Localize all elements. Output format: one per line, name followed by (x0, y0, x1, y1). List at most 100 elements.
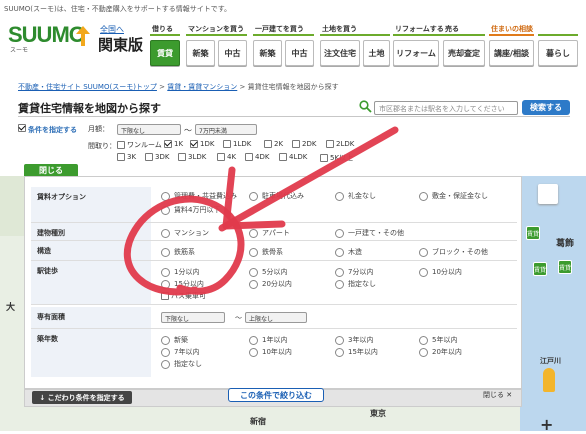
radio[interactable] (335, 228, 344, 238)
option[interactable]: 10年以内 (249, 347, 292, 357)
layout-option[interactable]: 4LDK (279, 153, 307, 161)
breadcrumb-top-link[interactable]: 不動産・住宅サイト SUUMO(スーモ)トップ (18, 83, 157, 91)
option[interactable]: ブロック・その他 (419, 247, 488, 257)
layout-checkbox[interactable] (217, 153, 225, 161)
layout-checkbox[interactable] (190, 140, 198, 148)
search-button[interactable]: 検索する (522, 100, 570, 115)
layout-checkbox[interactable] (264, 140, 272, 148)
option[interactable]: バス乗車可 (161, 291, 206, 301)
option[interactable]: 管理費・共益費込み (161, 191, 237, 201)
option[interactable]: アパート (249, 228, 290, 238)
radio[interactable] (335, 347, 344, 357)
option[interactable]: 3年以内 (335, 335, 373, 345)
nav-house-used-button[interactable]: 中古 (285, 40, 314, 66)
layout-checkbox[interactable] (164, 140, 172, 148)
radio[interactable] (335, 247, 344, 257)
panel-close-link[interactable]: 閉じる ✕ (483, 390, 512, 400)
search-input[interactable]: 市区郡名または駅名を入力してください (374, 101, 518, 115)
layout-option[interactable]: 2LDK (326, 140, 354, 148)
option[interactable]: 木造 (335, 247, 362, 257)
map-rent-pin[interactable]: 賃貸 (526, 226, 540, 240)
layout-option[interactable]: 4K (217, 153, 236, 161)
radio[interactable] (419, 247, 428, 257)
radio[interactable] (161, 335, 170, 345)
option[interactable]: 20年以内 (419, 347, 462, 357)
layout-option[interactable]: 4DK (245, 153, 269, 161)
option[interactable]: 15分以内 (161, 279, 204, 289)
option[interactable]: 敷金・保証金なし (419, 191, 488, 201)
layout-option[interactable]: 2DK (292, 140, 316, 148)
layout-option[interactable]: 5K以上 (320, 153, 353, 163)
option[interactable]: 鉄骨系 (249, 247, 283, 257)
radio[interactable] (249, 347, 258, 357)
radio[interactable] (161, 228, 170, 238)
radio[interactable] (335, 191, 344, 201)
radio[interactable] (161, 267, 170, 277)
radio[interactable] (161, 191, 170, 201)
radio[interactable] (249, 279, 258, 289)
layout-checkbox[interactable] (320, 154, 328, 162)
nav-reform-button[interactable]: リフォーム (393, 40, 439, 66)
radio[interactable] (161, 279, 170, 289)
option[interactable]: 指定なし (161, 359, 202, 369)
layout-checkbox[interactable] (326, 140, 334, 148)
option[interactable]: 15年以内 (335, 347, 378, 357)
radio[interactable] (419, 267, 428, 277)
radio[interactable] (249, 247, 258, 257)
map-rent-pin[interactable]: 賃貸 (533, 262, 547, 276)
radio[interactable] (249, 191, 258, 201)
option[interactable]: 20分以内 (249, 279, 292, 289)
radio[interactable] (161, 359, 170, 369)
option[interactable]: 5年以内 (419, 335, 457, 345)
radio[interactable] (419, 347, 428, 357)
option[interactable]: 賃料4万円以下 (161, 205, 220, 215)
nav-house-new-button[interactable]: 新築 (253, 40, 282, 66)
option[interactable]: 鉄筋系 (161, 247, 195, 257)
conditions-checkbox[interactable] (18, 124, 26, 132)
option[interactable]: 10分以内 (419, 267, 462, 277)
layout-option[interactable]: 1LDK (223, 140, 251, 148)
option[interactable]: 7分以内 (335, 267, 373, 277)
layout-option[interactable]: 3K (117, 153, 136, 161)
nav-consult-button[interactable]: 講座/相談 (489, 40, 534, 66)
radio[interactable] (161, 205, 170, 215)
layout-option[interactable]: ワンルーム (117, 140, 162, 150)
layout-checkbox[interactable] (223, 140, 231, 148)
option[interactable]: 一戸建て・その他 (335, 228, 404, 238)
radio[interactable] (161, 247, 170, 257)
option[interactable]: 新築 (161, 335, 188, 345)
breadcrumb-rent-link[interactable]: 賃貸・賃貸マンション (167, 83, 237, 91)
area-max-select[interactable]: 上限なし (245, 312, 307, 323)
option[interactable]: 7年以内 (161, 347, 199, 357)
nav-life-button[interactable]: 暮らし (538, 40, 578, 66)
radio[interactable] (335, 279, 344, 289)
layout-option[interactable]: 1DK (190, 140, 214, 148)
option[interactable]: 1分以内 (161, 267, 199, 277)
layout-checkbox[interactable] (245, 153, 253, 161)
layout-checkbox[interactable] (117, 141, 125, 149)
radio[interactable] (249, 228, 258, 238)
radio[interactable] (335, 335, 344, 345)
layout-checkbox[interactable] (145, 153, 153, 161)
radio[interactable] (419, 335, 428, 345)
option[interactable]: 礼金なし (335, 191, 376, 201)
layout-checkbox[interactable] (279, 153, 287, 161)
layout-checkbox[interactable] (178, 153, 186, 161)
nav-rent-button[interactable]: 賃貸 (150, 40, 180, 66)
option[interactable]: 5分以内 (249, 267, 287, 277)
nav-sell-button[interactable]: 売却査定 (443, 40, 485, 66)
nav-mansion-new-button[interactable]: 新築 (186, 40, 215, 66)
layout-option[interactable]: 3LDK (178, 153, 206, 161)
layout-checkbox[interactable] (292, 140, 300, 148)
radio[interactable] (335, 267, 344, 277)
nav-mansion-used-button[interactable]: 中古 (218, 40, 247, 66)
rent-max-select[interactable]: 7万円未満 (195, 124, 257, 135)
option[interactable]: 指定なし (335, 279, 376, 289)
layout-option[interactable]: 2K (264, 140, 283, 148)
radio[interactable] (161, 347, 170, 357)
radio[interactable] (419, 191, 428, 201)
fullscreen-icon[interactable] (538, 184, 558, 204)
rent-min-select[interactable]: 下限なし (117, 124, 181, 135)
radio[interactable] (249, 267, 258, 277)
layout-option[interactable]: 3DK (145, 153, 169, 161)
